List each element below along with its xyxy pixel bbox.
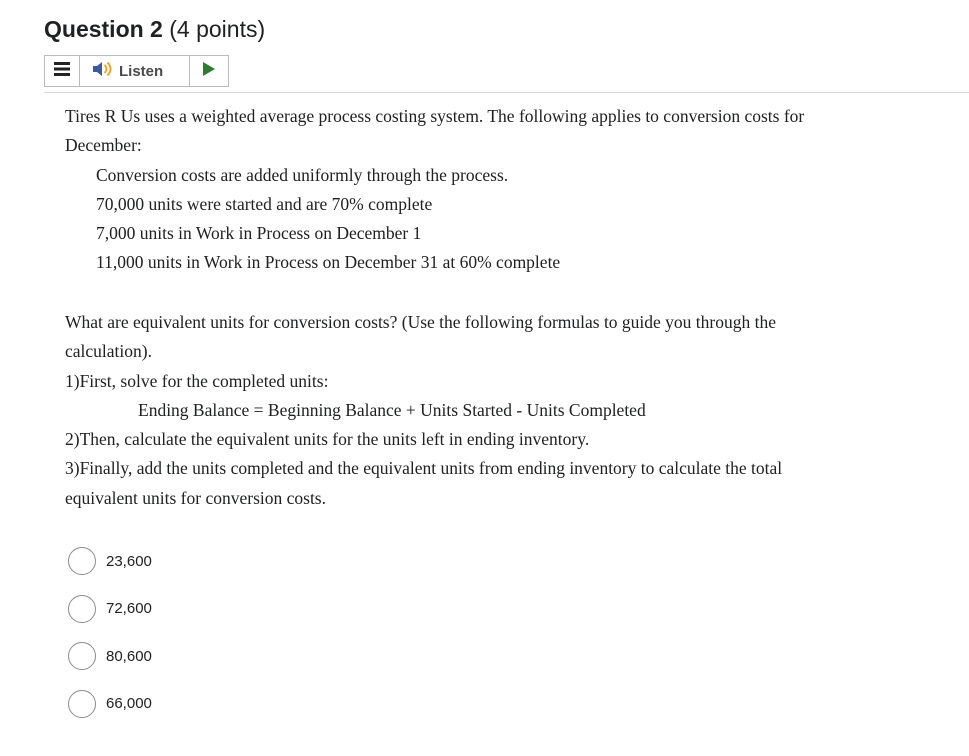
fact-line: 11,000 units in Work in Process on Decem… (96, 252, 561, 273)
listen-toolbar: Listen (44, 55, 229, 87)
question-points: (4 points) (169, 16, 266, 42)
play-button[interactable] (190, 56, 228, 86)
step-1: 1)First, solve for the completed units: (65, 370, 329, 391)
play-icon (202, 61, 216, 81)
hamburger-menu-icon (54, 61, 70, 82)
answer-choice[interactable]: 72,600 (68, 594, 152, 624)
radio-button[interactable] (68, 642, 96, 670)
listen-menu-button[interactable] (45, 56, 80, 86)
prompt-line: calculation). (65, 341, 152, 362)
answer-choice[interactable]: 23,600 (68, 546, 152, 576)
step-3: 3)Finally, add the units completed and t… (65, 458, 783, 479)
radio-button[interactable] (68, 594, 96, 623)
fact-line: 7,000 units in Work in Process on Decemb… (96, 223, 422, 244)
answer-label[interactable]: 66,000 (106, 695, 152, 712)
answer-choices: 23,600 72,600 80,600 66,000 (68, 546, 152, 736)
fact-line: 70,000 units were started and are 70% co… (96, 193, 433, 214)
intro-line: December: (65, 135, 142, 156)
listen-label: Listen (119, 62, 164, 80)
prompt-line: What are equivalent units for conversion… (65, 312, 777, 332)
header-divider (44, 92, 969, 93)
fact-line: Conversion costs are added uniformly thr… (96, 164, 509, 185)
intro-line: Tires R Us uses a weighted average proce… (65, 106, 805, 126)
listen-button[interactable]: Listen (80, 56, 190, 86)
question-header: Question 2 (4 points) (44, 14, 265, 44)
step-2: 2)Then, calculate the equivalent units f… (65, 429, 590, 450)
step-3-continued: equivalent units for conversion costs. (65, 487, 326, 508)
question-prompt: What are equivalent units for conversion… (65, 308, 955, 513)
question-intro: Tires R Us uses a weighted average proce… (65, 102, 955, 278)
radio-button[interactable] (68, 689, 96, 718)
answer-label[interactable]: 23,600 (106, 553, 152, 570)
answer-label[interactable]: 72,600 (106, 600, 152, 617)
speaker-icon (92, 61, 114, 82)
formula: Ending Balance = Beginning Balance + Uni… (138, 399, 646, 420)
answer-choice[interactable]: 80,600 (68, 641, 152, 671)
answer-label[interactable]: 80,600 (106, 648, 152, 665)
radio-button[interactable] (68, 547, 96, 575)
answer-choice[interactable]: 66,000 (68, 689, 152, 719)
question-title: Question 2 (44, 16, 163, 42)
